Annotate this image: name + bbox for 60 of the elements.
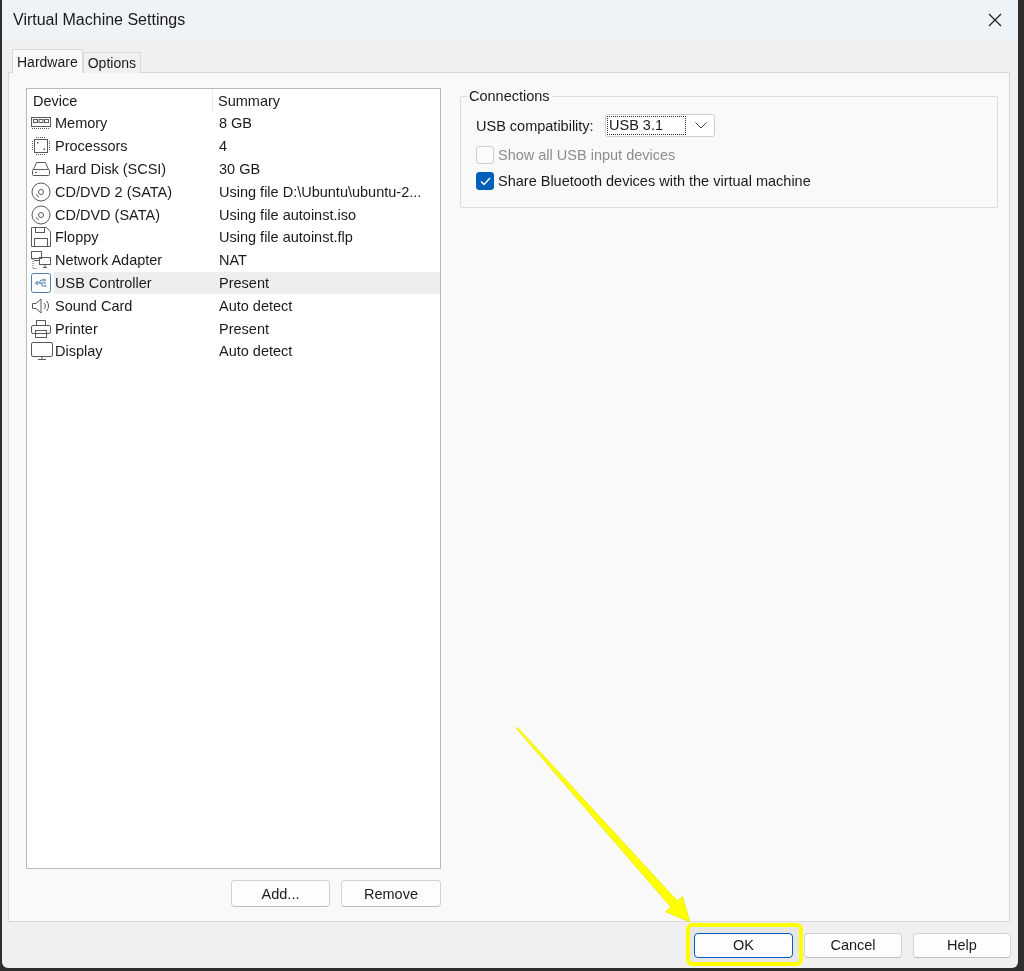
device-summary: 30 GB	[219, 161, 261, 177]
usb-compatibility-dropdown[interactable]: USB 3.1	[605, 114, 715, 137]
chip-icon	[31, 136, 51, 157]
field-label: USB compatibility:	[476, 117, 595, 134]
device-summary: Auto detect	[219, 343, 293, 360]
device-row[interactable]: USB Controller Present	[54, 271, 440, 295]
device-name: CD/DVD 2 (SATA)	[54, 183, 174, 200]
checkbox-label[interactable]: Share Bluetooth devices with the virtual machine	[498, 173, 811, 189]
window-title: Virtual Machine Settings	[13, 11, 186, 29]
column-header[interactable]: Summary	[213, 89, 281, 112]
printer-icon	[31, 318, 51, 339]
device-name: Display	[54, 343, 104, 360]
device-name: Hard Disk (SCSI)	[54, 161, 168, 177]
tab[interactable]: Hardware	[12, 49, 83, 73]
device-row[interactable]: Processors 4	[54, 134, 440, 158]
network-computers-icon	[31, 250, 51, 271]
device-list-button[interactable]: Remove	[341, 880, 441, 907]
device-name: USB Controller	[54, 274, 153, 291]
device-row[interactable]: Printer Present	[54, 317, 440, 340]
usb-icon	[31, 272, 51, 293]
monitor-icon	[31, 341, 53, 362]
speaker-icon	[31, 295, 51, 316]
chevron-icon	[695, 122, 707, 129]
device-row[interactable]: CD/DVD 2 (SATA) Using file D:\Ubuntu\ubuntu-2...	[54, 180, 440, 204]
device-list-button[interactable]: Add...	[231, 880, 330, 907]
device-row[interactable]: Network Adapter NAT	[54, 248, 440, 272]
device-name: Network Adapter	[54, 252, 164, 269]
device-row[interactable]: Sound Card Auto detect	[54, 294, 440, 318]
device-name: CD/DVD (SATA)	[54, 206, 161, 223]
device-summary: Present	[219, 274, 269, 291]
device-name: Sound Card	[54, 297, 134, 314]
device-summary: NAT	[219, 252, 247, 269]
device-name: Printer	[54, 320, 99, 337]
tab[interactable]: Options	[82, 52, 141, 73]
hard-drive-icon	[31, 159, 51, 179]
device-summary: 4	[219, 138, 228, 155]
device-name: Memory	[54, 115, 109, 132]
device-summary: Using file autoinst.flp	[219, 229, 353, 246]
device-summary: Using file D:\Ubuntu\ubuntu-2...	[219, 183, 422, 200]
device-name: Processors	[54, 138, 129, 155]
dialog-button[interactable]: OK	[694, 932, 793, 958]
device-row[interactable]: Floppy Using file autoinst.flp	[54, 226, 440, 249]
device-summary: Using file autoinst.iso	[219, 206, 356, 223]
device-name: Floppy	[54, 229, 100, 246]
dialog-button[interactable]: Cancel	[804, 932, 902, 958]
device-summary: Present	[219, 320, 269, 337]
disc-icon	[31, 204, 51, 225]
group-title: Connections	[468, 88, 551, 105]
device-summary: 8 GB	[219, 115, 253, 132]
device-row[interactable]: Hard Disk (SCSI) 30 GB	[54, 157, 440, 181]
column-header[interactable]: Device	[27, 89, 213, 112]
close-icon	[988, 13, 1002, 27]
device-row[interactable]: Display Auto detect	[54, 339, 440, 363]
check-icon	[479, 176, 491, 186]
device-row[interactable]: CD/DVD (SATA) Using file autoinst.iso	[54, 203, 440, 226]
device-row[interactable]: Memory 8 GB	[54, 112, 440, 135]
checkbox[interactable]	[476, 172, 494, 190]
dialog-button[interactable]: Help	[913, 932, 1011, 958]
disc-icon	[31, 181, 51, 202]
device-summary: Auto detect	[219, 297, 293, 314]
